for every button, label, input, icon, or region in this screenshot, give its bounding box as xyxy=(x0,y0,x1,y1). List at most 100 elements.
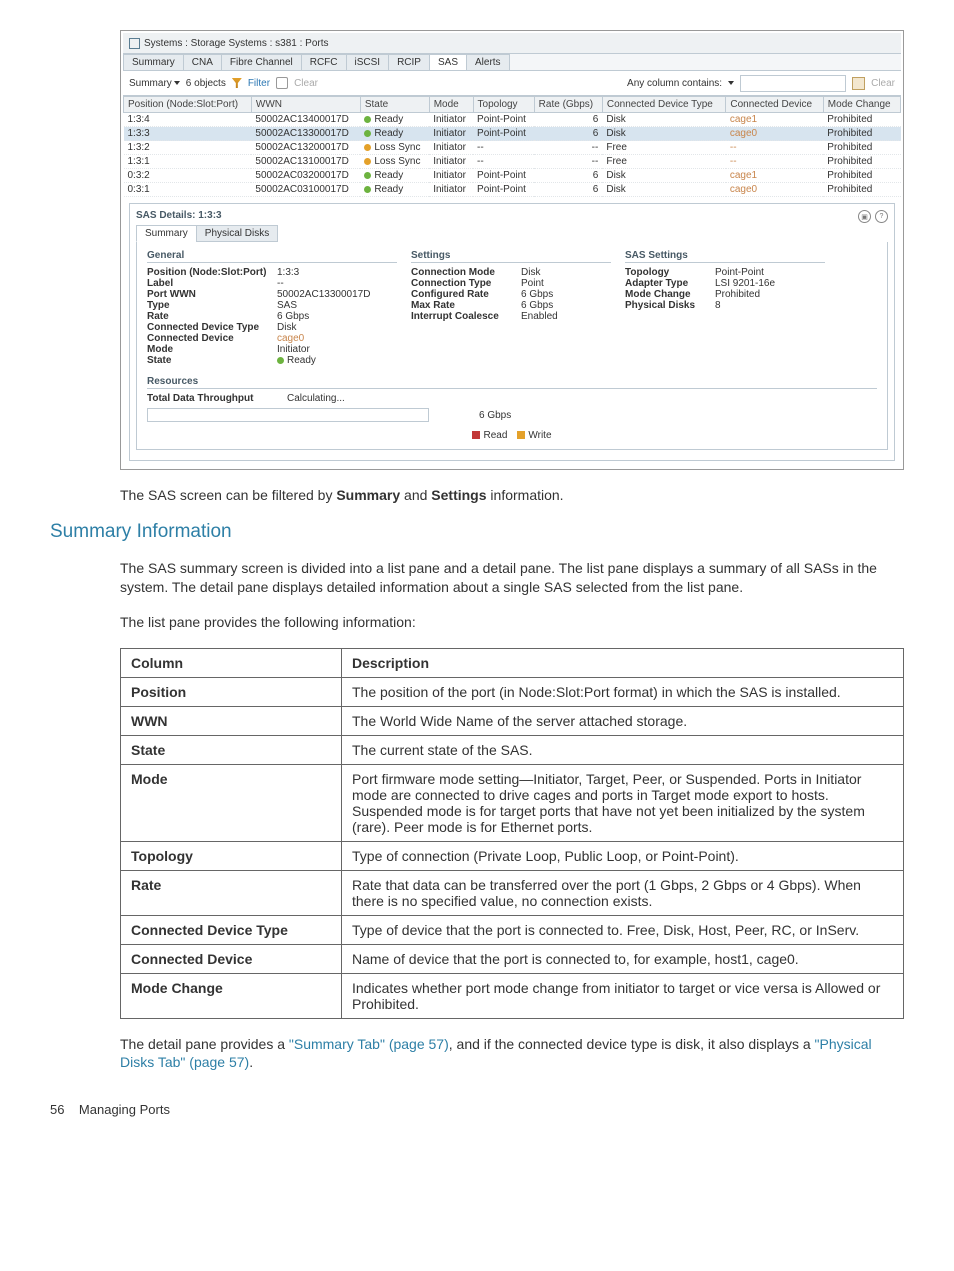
table-row[interactable]: 1:3:250002AC13200017DLoss SyncInitiator-… xyxy=(124,141,901,155)
list-header-cell[interactable]: State xyxy=(360,97,429,113)
table-cell: 50002AC03200017D xyxy=(251,169,360,183)
kv-key: Port WWN xyxy=(147,289,277,300)
table-row[interactable]: 1:3:350002AC13300017DReadyInitiatorPoint… xyxy=(124,127,901,141)
table-cell: -- xyxy=(473,141,534,155)
connected-device-link[interactable]: cage1 xyxy=(730,114,757,125)
table-cell: Prohibited xyxy=(823,127,900,141)
kv-row: Physical Disks8 xyxy=(625,300,825,311)
kv-value: Initiator xyxy=(277,344,397,355)
detail-tab-summary[interactable]: Summary xyxy=(136,225,197,242)
tab-summary[interactable]: Summary xyxy=(123,54,184,70)
connected-device-link[interactable]: cage0 xyxy=(730,184,757,195)
connected-device-link[interactable]: cage0 xyxy=(730,128,757,139)
table-cell: -- xyxy=(534,141,602,155)
detail-tab-physical-disks[interactable]: Physical Disks xyxy=(196,225,278,242)
help-icon[interactable]: ? xyxy=(875,210,888,223)
clipboard-icon[interactable] xyxy=(852,77,865,90)
toolbar: Summary 6 objects Filter Clear Any colum… xyxy=(123,71,901,96)
page-footer: 56 Managing Ports xyxy=(50,1102,904,1117)
resources-heading: Resources xyxy=(147,376,877,389)
connected-device-link[interactable]: -- xyxy=(730,156,737,167)
table-cell: Initiator xyxy=(429,155,473,169)
column-search-input[interactable] xyxy=(740,75,846,92)
kv-key: Connected Device Type xyxy=(147,322,277,333)
list-header-cell[interactable]: Rate (Gbps) xyxy=(534,97,602,113)
table-cell: Prohibited xyxy=(823,169,900,183)
kv-value: 6 Gbps xyxy=(277,311,397,322)
list-header-cell[interactable]: Connected Device xyxy=(726,97,823,113)
desc-column-name: Mode xyxy=(121,764,342,841)
table-cell: Loss Sync xyxy=(360,141,429,155)
tab-rcfc[interactable]: RCFC xyxy=(301,54,347,70)
tab-rcip[interactable]: RCIP xyxy=(388,54,430,70)
kv-row: Connection TypePoint xyxy=(411,278,611,289)
kv-value: -- xyxy=(277,278,397,289)
table-cell: Free xyxy=(602,155,726,169)
table-row[interactable]: 0:3:150002AC03100017DReadyInitiatorPoint… xyxy=(124,183,901,197)
connected-device-link[interactable]: cage1 xyxy=(730,170,757,181)
desc-column-description: Indicates whether port mode change from … xyxy=(342,973,904,1018)
list-header-cell[interactable]: Position (Node:Slot:Port) xyxy=(124,97,252,113)
kv-key: Rate xyxy=(147,311,277,322)
kv-key: Position (Node:Slot:Port) xyxy=(147,267,277,278)
doc-paragraph: The SAS screen can be filtered by Summar… xyxy=(120,486,904,505)
desc-table-row: TopologyType of connection (Private Loop… xyxy=(121,841,904,870)
kv-value: 8 xyxy=(715,300,825,311)
table-cell: 0:3:2 xyxy=(124,169,252,183)
list-header-cell[interactable]: Mode Change xyxy=(823,97,900,113)
table-row[interactable]: 1:3:450002AC13400017DReadyInitiatorPoint… xyxy=(124,113,901,127)
object-count: 6 objects xyxy=(186,78,226,89)
list-header-cell[interactable]: Connected Device Type xyxy=(602,97,726,113)
list-header-cell[interactable]: WWN xyxy=(251,97,360,113)
kv-key: Connected Device xyxy=(147,333,277,344)
table-cell: 50002AC13300017D xyxy=(251,127,360,141)
status-dot-green-icon xyxy=(364,116,371,123)
clear-search-link[interactable]: Clear xyxy=(871,78,895,89)
tab-iscsi[interactable]: iSCSI xyxy=(346,54,390,70)
chevron-down-icon[interactable] xyxy=(728,81,734,85)
kv-row: Connection ModeDisk xyxy=(411,267,611,278)
tab-alerts[interactable]: Alerts xyxy=(466,54,510,70)
desc-table-row: PositionThe position of the port (in Nod… xyxy=(121,677,904,706)
list-header-cell[interactable]: Mode xyxy=(429,97,473,113)
throughput-bar xyxy=(147,408,429,422)
desc-header-column: Column xyxy=(121,648,342,677)
table-cell: Point-Point xyxy=(473,183,534,197)
link-summary-tab[interactable]: "Summary Tab" (page 57) xyxy=(289,1036,449,1052)
sas-list-table[interactable]: Position (Node:Slot:Port)WWNStateModeTop… xyxy=(123,96,901,197)
kv-value: cage0 xyxy=(277,333,397,344)
table-cell: Disk xyxy=(602,183,726,197)
expand-icon[interactable]: ▣ xyxy=(858,210,871,223)
table-cell: Disk xyxy=(602,169,726,183)
filter-icon[interactable] xyxy=(232,78,242,88)
view-dropdown-label: Summary xyxy=(129,78,172,89)
connected-device-link[interactable]: -- xyxy=(730,142,737,153)
kv-value: Prohibited xyxy=(715,289,825,300)
desc-column-description: The position of the port (in Node:Slot:P… xyxy=(342,677,904,706)
table-cell: Disk xyxy=(602,127,726,141)
tab-fibre-channel[interactable]: Fibre Channel xyxy=(221,54,302,70)
kv-row: TopologyPoint-Point xyxy=(625,267,825,278)
table-row[interactable]: 0:3:250002AC03200017DReadyInitiatorPoint… xyxy=(124,169,901,183)
table-cell: Initiator xyxy=(429,183,473,197)
filter-link[interactable]: Filter xyxy=(248,78,270,89)
kv-row: TypeSAS xyxy=(147,300,397,311)
table-cell: -- xyxy=(534,155,602,169)
kv-row: Rate6 Gbps xyxy=(147,311,397,322)
kv-key: Connection Mode xyxy=(411,267,521,278)
kv-value: Enabled xyxy=(521,311,611,322)
tab-sas[interactable]: SAS xyxy=(429,54,467,70)
tab-cna[interactable]: CNA xyxy=(183,54,222,70)
desc-column-description: Rate that data can be transferred over t… xyxy=(342,870,904,915)
clear-filter-icon[interactable] xyxy=(276,77,288,89)
tdt-value: Calculating... xyxy=(287,393,877,404)
legend-write-icon xyxy=(517,431,525,439)
table-row[interactable]: 1:3:150002AC13100017DLoss SyncInitiator-… xyxy=(124,155,901,169)
connected-device-link[interactable]: cage0 xyxy=(277,333,304,344)
desc-column-name: Connected Device Type xyxy=(121,915,342,944)
kv-value: 6 Gbps xyxy=(521,300,611,311)
list-header-cell[interactable]: Topology xyxy=(473,97,534,113)
view-dropdown[interactable]: Summary xyxy=(129,78,180,89)
table-cell: 50002AC13400017D xyxy=(251,113,360,127)
desc-table-row: RateRate that data can be transferred ov… xyxy=(121,870,904,915)
